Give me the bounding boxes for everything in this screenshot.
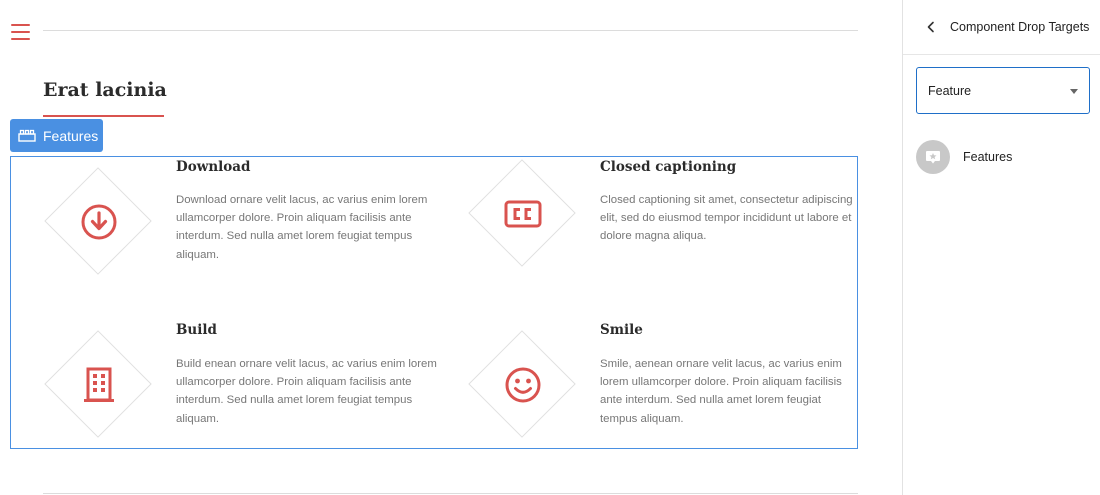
feature-title: Smile — [600, 322, 643, 338]
title-underline — [43, 115, 164, 117]
feature-title: Closed captioning — [600, 159, 737, 175]
chevron-left-icon[interactable] — [925, 20, 937, 34]
caret-down-icon — [1070, 89, 1078, 94]
download-icon — [81, 204, 117, 240]
page-title: Erat lacinia — [43, 79, 167, 101]
feature-description: Download ornare velit lacus, ac varius e… — [176, 194, 428, 261]
building-icon — [84, 367, 114, 402]
menu-icon[interactable] — [11, 24, 30, 40]
panel-item-label: Features — [963, 150, 1013, 164]
feature-description: Build enean ornare velit lacus, ac variu… — [176, 358, 437, 425]
component-tag-label: Features — [43, 127, 99, 144]
component-drop-targets-panel: Component Drop Targets Feature Features — [902, 0, 1100, 495]
component-tag-features[interactable]: Features — [10, 119, 103, 152]
feature-title: Build — [176, 322, 217, 338]
blocks-icon — [18, 129, 36, 142]
top-divider — [43, 30, 858, 31]
bottom-divider — [43, 493, 858, 494]
panel-header: Component Drop Targets — [903, 0, 1100, 55]
feature-component-icon — [916, 140, 950, 174]
feature-title: Download — [176, 159, 251, 175]
closed-captioning-icon — [504, 200, 542, 228]
smile-icon — [505, 367, 541, 403]
drop-target-select[interactable]: Feature — [916, 67, 1090, 114]
feature-description: Smile, aenean ornare velit lacus, ac var… — [600, 358, 842, 425]
panel-item-features[interactable]: Features — [916, 140, 1090, 174]
panel-title: Component Drop Targets — [950, 20, 1090, 34]
page-canvas: Erat lacinia Features Download Download … — [0, 0, 902, 495]
feature-description: Closed captioning sit amet, consectetur … — [600, 194, 853, 243]
select-value: Feature — [928, 84, 972, 98]
